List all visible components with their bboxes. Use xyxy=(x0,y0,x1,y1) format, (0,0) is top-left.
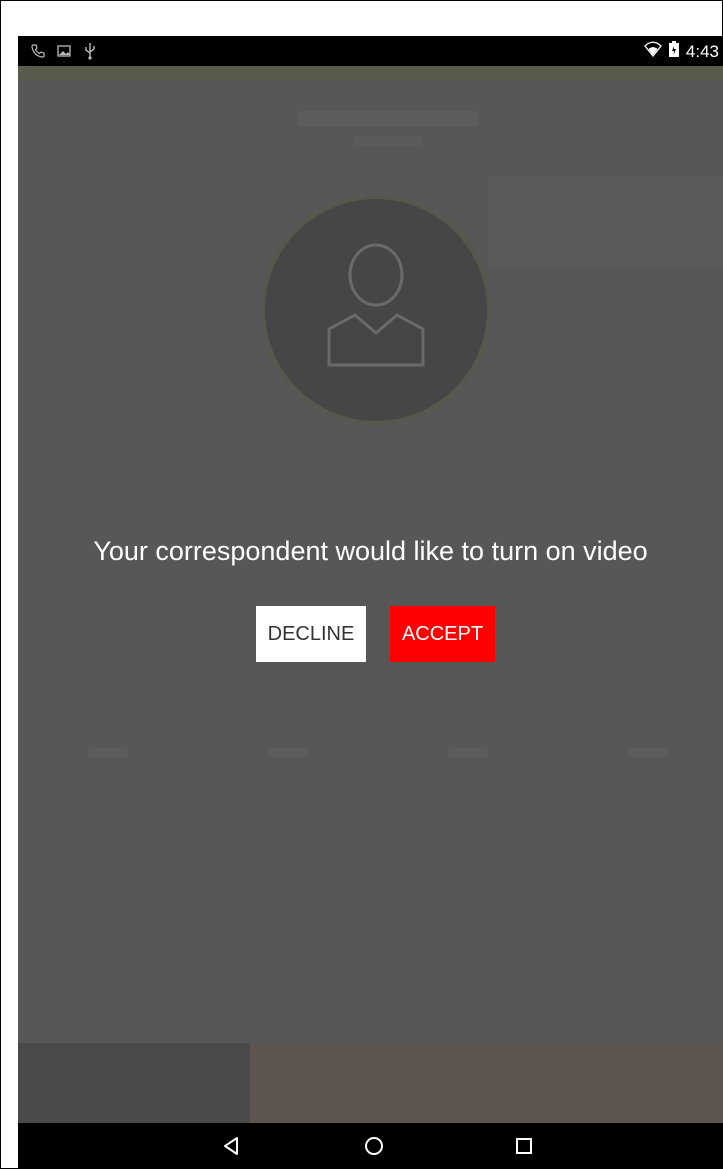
phone-screen: 4:43 Your correspondent would like to tu… xyxy=(18,36,723,1169)
video-request-message: Your correspondent would like to turn on… xyxy=(93,536,648,566)
back-icon[interactable] xyxy=(211,1131,251,1161)
decline-button[interactable]: DECLINE xyxy=(256,606,366,662)
phone-icon xyxy=(30,43,46,64)
navigation-bar xyxy=(18,1123,723,1169)
end-call-panel-faded xyxy=(250,1043,723,1123)
recents-icon[interactable] xyxy=(504,1131,544,1161)
wifi-icon xyxy=(644,41,662,62)
background-strip xyxy=(488,176,723,266)
call-status-faded xyxy=(353,136,423,146)
contact-name-faded xyxy=(298,111,478,127)
action-bar-tint xyxy=(18,66,723,80)
usb-icon xyxy=(82,42,98,65)
status-time: 4:43 xyxy=(685,41,719,61)
home-icon[interactable] xyxy=(354,1131,394,1161)
image-icon xyxy=(56,43,72,64)
contact-avatar xyxy=(265,199,487,421)
accept-button[interactable]: ACCEPT xyxy=(390,606,495,662)
status-bar: 4:43 xyxy=(18,36,723,66)
battery-icon xyxy=(668,40,680,63)
person-icon xyxy=(327,243,425,367)
speaker-panel-faded xyxy=(18,1043,250,1123)
call-controls-faded xyxy=(18,748,723,778)
